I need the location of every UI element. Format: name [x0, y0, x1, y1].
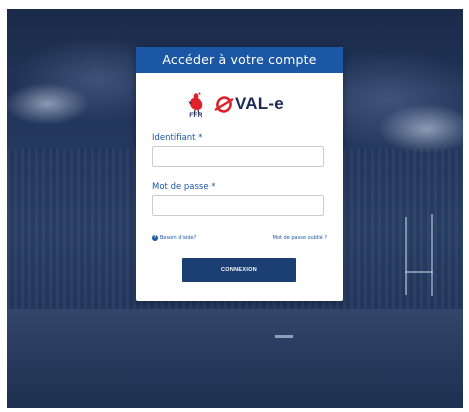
help-link-label: Besoin d'aide?: [160, 235, 197, 241]
ffr-text: FFR: [189, 112, 203, 119]
connect-button[interactable]: CONNEXION: [182, 258, 296, 282]
help-icon: ?: [152, 235, 158, 241]
goal-post-left-upright: [405, 217, 407, 295]
oval-text: VAL-e: [235, 94, 284, 113]
field-line-mark: [275, 335, 293, 338]
oval-logo: VAL-e: [214, 93, 284, 115]
goal-post-crossbar: [405, 271, 433, 273]
forgot-password-link[interactable]: Mot de passe oublié ?: [273, 235, 327, 241]
identifier-input[interactable]: [152, 146, 324, 167]
page-frame: Accéder à votre compte FFR VAL-e Identif…: [0, 0, 469, 412]
login-card-header: Accéder à votre compte: [136, 47, 343, 73]
identifier-label: Identifiant *: [152, 133, 203, 143]
password-label: Mot de passe *: [152, 182, 216, 192]
rugby-field: [7, 309, 463, 408]
goal-post-right-upright: [431, 214, 433, 296]
login-card: Accéder à votre compte FFR VAL-e Identif…: [136, 47, 343, 301]
login-title: Accéder à votre compte: [162, 52, 317, 67]
password-input[interactable]: [152, 195, 324, 216]
logo-row: FFR VAL-e: [136, 81, 343, 119]
oval-ball-icon: [214, 96, 234, 113]
help-link[interactable]: ? Besoin d'aide?: [152, 235, 196, 241]
